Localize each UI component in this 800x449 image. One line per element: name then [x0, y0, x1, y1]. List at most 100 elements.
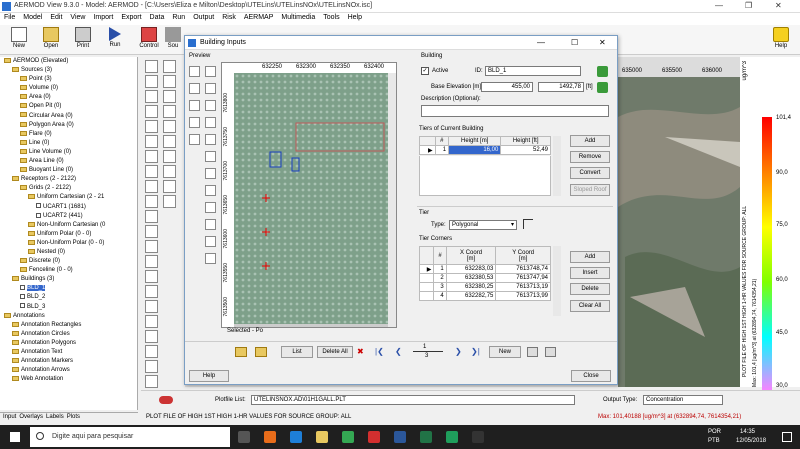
preview-tool-icon[interactable] — [205, 219, 216, 230]
checkbox-icon[interactable] — [36, 212, 41, 218]
tree-item[interactable]: Receptors (2 - 2122) — [0, 175, 137, 184]
map-tool-icon[interactable] — [145, 255, 158, 268]
table-row[interactable]: 2 632380,53 7613747,94 — [418, 273, 551, 283]
menu-edit[interactable]: Edit — [46, 13, 66, 22]
tree-item[interactable]: Annotation Arrows — [0, 366, 137, 375]
word-icon[interactable] — [394, 431, 406, 443]
output-type-select[interactable]: Concentration — [643, 395, 723, 405]
open-button[interactable]: Open — [36, 27, 66, 49]
map-tool-icon[interactable] — [163, 120, 176, 133]
table-row[interactable]: 3 632380,25 7613713,19 — [418, 282, 551, 292]
map-tool-icon[interactable] — [163, 105, 176, 118]
preview-tool-icon[interactable] — [205, 66, 216, 77]
tree-item[interactable]: Annotation Polygons — [0, 339, 137, 348]
clear-all-button[interactable]: Clear All — [570, 300, 610, 312]
map-tool-icon[interactable] — [145, 240, 158, 253]
building-id-input[interactable]: BLD_1 — [485, 66, 581, 76]
explorer-icon[interactable] — [316, 431, 328, 443]
map-tool-icon[interactable] — [145, 180, 158, 193]
tree-item[interactable]: Volume (0) — [0, 84, 137, 93]
corner-cell[interactable]: 7613748,74 — [495, 264, 551, 274]
checkbox-icon[interactable] — [20, 285, 25, 291]
add-corner-button[interactable]: Add — [570, 251, 610, 263]
preview-tool-icon[interactable] — [189, 83, 200, 94]
table-row[interactable]: ▶ 1 632283,03 7613748,74 — [418, 264, 551, 274]
sources-button[interactable]: Sou — [162, 27, 184, 49]
minimize-icon[interactable]: — — [715, 1, 723, 10]
tree-item[interactable]: Buoyant Line (0) — [0, 166, 137, 175]
menu-output[interactable]: Output — [189, 13, 218, 22]
tree-item[interactable]: Annotation Text — [0, 348, 137, 357]
map-tool-icon[interactable] — [145, 135, 158, 148]
preview-tool-icon[interactable] — [205, 236, 216, 247]
tree-item[interactable]: UCART2 (441) — [0, 212, 137, 221]
menu-data[interactable]: Data — [146, 13, 169, 22]
chrome-icon[interactable] — [342, 431, 354, 443]
tree-item[interactable]: BLD_2 — [0, 293, 137, 302]
menu-help[interactable]: Help — [344, 13, 366, 22]
corner-cell[interactable]: 632380,25 — [445, 282, 497, 292]
corner-cell[interactable]: 7613747,94 — [495, 273, 551, 283]
map-tool-icon[interactable] — [145, 330, 158, 343]
tier-type-select[interactable]: Polygonal ▾ — [449, 220, 517, 230]
tiers-cell[interactable]: 1 — [434, 145, 450, 155]
tree-item[interactable]: AERMOD (Elevated) — [0, 57, 137, 66]
preview-tool-icon[interactable] — [189, 100, 200, 111]
corner-cell[interactable]: 632283,03 — [445, 264, 497, 274]
tree-item[interactable]: Annotation Circles — [0, 330, 137, 339]
tree-item[interactable]: Uniform Cartesian (2 - 21 — [0, 193, 137, 202]
firefox-icon[interactable] — [264, 431, 276, 443]
convert-button[interactable]: Convert — [570, 167, 610, 179]
table-row[interactable]: ▶ 1 16,00 52,49 — [419, 145, 551, 155]
delete-all-button[interactable]: Delete All — [317, 346, 353, 358]
map-tool-icon[interactable] — [145, 165, 158, 178]
menu-view[interactable]: View — [66, 13, 89, 22]
refresh-elevation-icon[interactable] — [597, 82, 608, 93]
corner-cell[interactable]: 4 — [433, 291, 447, 301]
base-elevation-ft-input[interactable]: 1492,78 — [538, 82, 584, 92]
tree-item[interactable]: Fenceline (0 - 0) — [0, 266, 137, 275]
menu-model[interactable]: Model — [19, 13, 46, 22]
map-tool-icon[interactable] — [163, 60, 176, 73]
preview-tool-icon[interactable] — [205, 100, 216, 111]
map-tool-icon[interactable] — [145, 285, 158, 298]
corner-cell[interactable]: 7613713,99 — [495, 291, 551, 301]
new-button[interactable]: New — [4, 27, 34, 49]
map-tool-icon[interactable] — [145, 120, 158, 133]
preview-tool-icon[interactable] — [189, 117, 200, 128]
print-button[interactable]: Print — [68, 27, 98, 49]
corner-cell[interactable]: 1 — [433, 264, 447, 274]
checkbox-icon[interactable] — [20, 294, 25, 300]
dialog-maximize-icon[interactable]: ☐ — [571, 38, 578, 47]
map-tool-icon[interactable] — [163, 75, 176, 88]
checkbox-icon[interactable] — [36, 203, 41, 209]
map-tool-icon[interactable] — [145, 90, 158, 103]
tree-item[interactable]: BLD_1 — [0, 284, 137, 293]
map-tool-icon[interactable] — [145, 360, 158, 373]
tree-item[interactable]: Point (3) — [0, 75, 137, 84]
tree-item[interactable]: Line Volume (0) — [0, 148, 137, 157]
base-elevation-m-input[interactable]: 455,00 — [481, 82, 533, 92]
cortana-icon[interactable] — [238, 431, 250, 443]
map-tool-icon[interactable] — [145, 210, 158, 223]
map-tool-icon[interactable] — [145, 300, 158, 313]
preview-tool-icon[interactable] — [205, 134, 216, 145]
preview-tool-icon[interactable] — [205, 185, 216, 196]
corner-cell[interactable]: 2 — [433, 273, 447, 283]
export-icon[interactable] — [255, 347, 267, 357]
delete-corner-button[interactable]: Delete — [570, 283, 610, 295]
last-record-icon[interactable]: ❯| — [471, 347, 480, 356]
tree-item[interactable]: Area Line (0) — [0, 157, 137, 166]
tree-item[interactable]: Annotation Rectangles — [0, 321, 137, 330]
tree-item[interactable]: Discrete (0) — [0, 257, 137, 266]
dialog-close-icon[interactable]: ✕ — [599, 38, 606, 47]
map-tool-icon[interactable] — [145, 75, 158, 88]
new-record-button[interactable]: New — [489, 346, 521, 358]
copy-icon[interactable] — [527, 347, 538, 357]
tree-item[interactable]: Circular Area (0) — [0, 112, 137, 121]
tree-item[interactable]: Annotation Markers — [0, 357, 137, 366]
menu-risk[interactable]: Risk — [218, 13, 240, 22]
tree-item[interactable]: Non-Uniform Cartesian (0 — [0, 221, 137, 230]
corner-cell[interactable]: 3 — [433, 282, 447, 292]
help-button[interactable]: Help — [766, 27, 796, 49]
